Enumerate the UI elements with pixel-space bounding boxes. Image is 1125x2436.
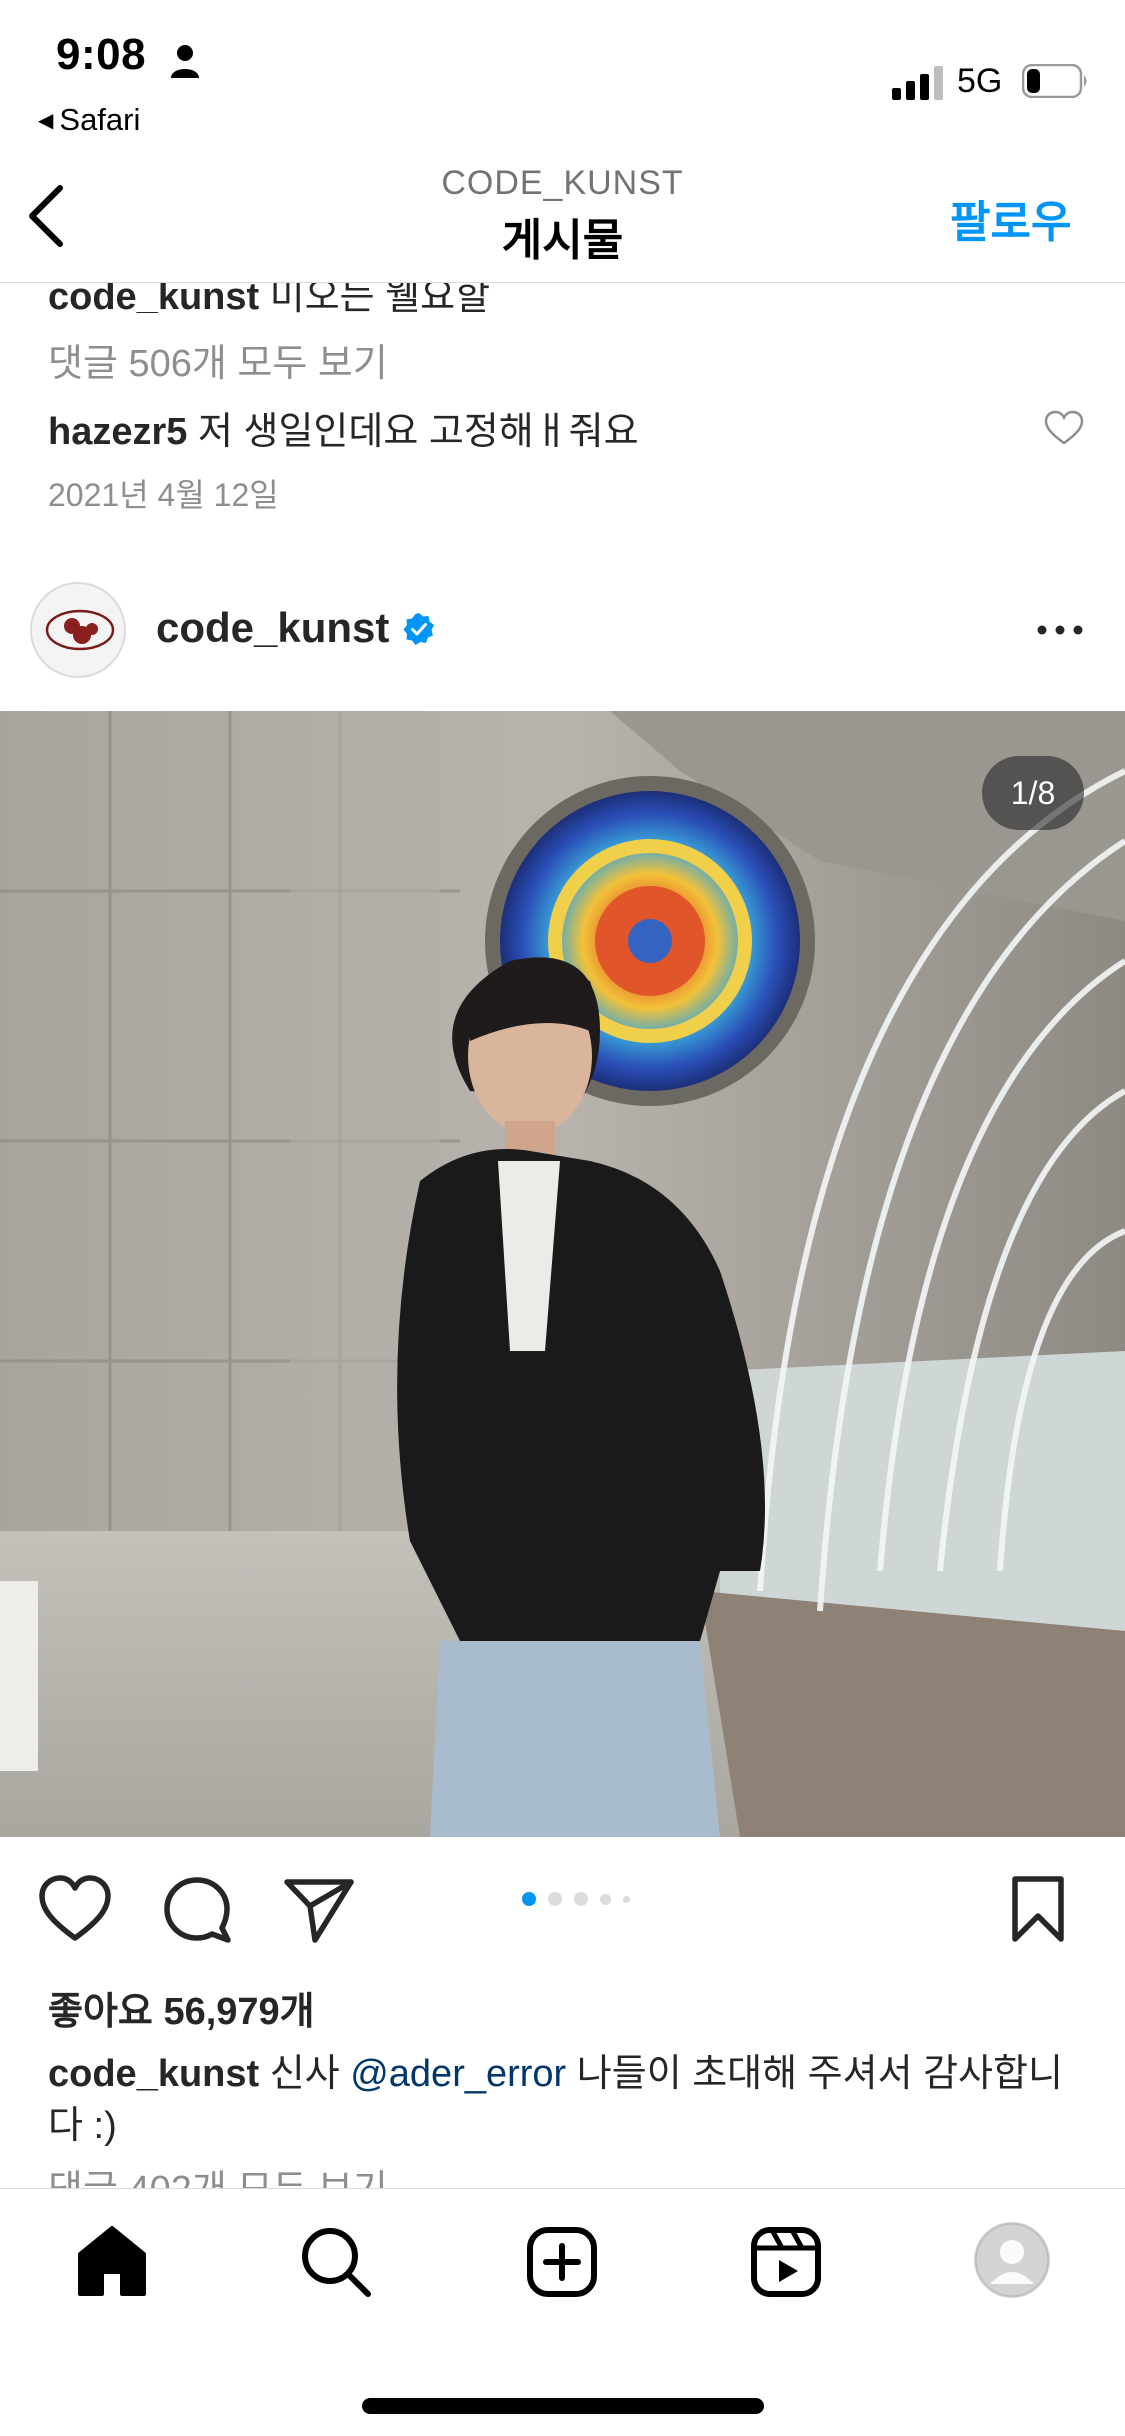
comment-user[interactable]: hazezr5 bbox=[48, 411, 187, 453]
home-indicator bbox=[362, 2398, 764, 2414]
home-icon[interactable] bbox=[74, 2224, 150, 2300]
person-icon bbox=[171, 45, 199, 78]
caption-mention-link[interactable]: @ader_error bbox=[350, 2053, 566, 2095]
code-kunst-logo bbox=[45, 609, 115, 651]
post-date: 2021년 4월 12일 bbox=[48, 477, 279, 513]
post-caption: code_kunst 신사 @ader_error 나들이 초대해 주셔서 감사… bbox=[48, 2048, 1088, 2152]
pagination-dot bbox=[600, 1893, 611, 1905]
share-paper-plane-icon[interactable] bbox=[282, 1874, 356, 1944]
post-image[interactable] bbox=[0, 711, 1125, 1837]
view-all-comments-link[interactable]: 댓글 402개 모두 보기 bbox=[48, 2164, 388, 2188]
back-triangle-icon: ◀ bbox=[38, 109, 54, 132]
comment-text: 저 생일인데요 고정해ㅐ줘요 bbox=[187, 411, 639, 453]
status-time: 9:08 bbox=[56, 30, 147, 79]
comment: hazezr5 저 생일인데요 고정해ㅐ줘요 bbox=[48, 400, 639, 455]
comment-bubble-icon[interactable] bbox=[160, 1874, 234, 1944]
previous-caption-text: 미오는 웰요할 bbox=[259, 283, 491, 313]
pagination-dot bbox=[623, 1895, 630, 1903]
carousel-pagination bbox=[522, 1892, 630, 1906]
pagination-dot bbox=[574, 1892, 588, 1906]
more-options-icon[interactable] bbox=[1030, 610, 1090, 650]
network-type: 5G bbox=[957, 62, 1003, 100]
cellular-signal-icon bbox=[892, 66, 943, 100]
pagination-dot bbox=[548, 1892, 562, 1906]
caption-username[interactable]: code_kunst bbox=[48, 2053, 259, 2095]
reels-icon[interactable] bbox=[748, 2224, 824, 2300]
view-comments-clip: 댓글 402개 모두 보기 bbox=[0, 2164, 1125, 2188]
avatar[interactable] bbox=[30, 582, 126, 678]
previous-caption: code_kunst 미오는 웰요할 bbox=[48, 283, 490, 313]
post-photo-illustration bbox=[0, 711, 1125, 1837]
back-app-label: Safari bbox=[59, 102, 141, 137]
view-all-comments-link[interactable]: 댓글 506개 모두 보기 bbox=[48, 332, 388, 387]
profile-avatar[interactable] bbox=[974, 2222, 1050, 2298]
like-heart-icon[interactable] bbox=[38, 1874, 112, 1944]
save-bookmark-icon[interactable] bbox=[1010, 1874, 1066, 1944]
new-post-icon[interactable] bbox=[524, 2224, 600, 2300]
pagination-dot bbox=[522, 1892, 536, 1906]
post-username[interactable]: code_kunst bbox=[156, 604, 389, 652]
like-count[interactable]: 좋아요 56,979개 bbox=[48, 1980, 315, 2035]
follow-button[interactable]: 팔로우 bbox=[950, 186, 1071, 250]
comment-like-heart-icon[interactable] bbox=[1044, 410, 1084, 446]
previous-caption-user[interactable]: code_kunst bbox=[48, 283, 259, 313]
verified-badge-icon bbox=[403, 613, 434, 645]
default-avatar-icon bbox=[975, 2223, 1049, 2297]
previous-caption-clip: code_kunst 미오는 웰요할 bbox=[0, 283, 1125, 313]
image-counter-badge: 1/8 bbox=[982, 756, 1084, 830]
back-to-app-link[interactable]: ◀ Safari bbox=[38, 102, 140, 138]
caption-text-1: 신사 bbox=[259, 2053, 351, 2095]
search-icon[interactable] bbox=[298, 2224, 374, 2300]
battery-icon bbox=[1022, 64, 1087, 98]
